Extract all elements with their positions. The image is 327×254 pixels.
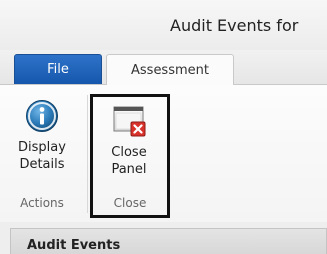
display-details-button[interactable]: Display Details — [4, 99, 80, 173]
tab-file[interactable]: File — [14, 54, 102, 84]
close-panel-button[interactable]: Close Panel — [99, 104, 159, 178]
display-details-label-line1: Display — [18, 140, 66, 155]
ribbon-group-separator — [87, 95, 88, 213]
ribbon-group-label-close: Close — [113, 196, 147, 210]
ribbon-tab-strip: File Assessment — [0, 50, 327, 85]
title-bar: Audit Events for — [0, 0, 327, 50]
info-icon — [26, 100, 58, 132]
ribbon-group-label-actions: Actions — [20, 196, 64, 210]
ribbon-panel: Display Details Actions Close Panel Clos… — [0, 84, 327, 222]
close-panel-icon — [113, 106, 146, 137]
content-area: Audit Events — [0, 222, 327, 254]
panel-title: Audit Events — [27, 238, 121, 253]
window-title: Audit Events for — [170, 16, 299, 35]
ribbon-group-close: Close Panel Close — [90, 94, 170, 218]
display-details-label-line2: Details — [19, 157, 65, 172]
close-panel-label-line1: Close — [111, 145, 147, 160]
application-window: Audit Events for File Assessment Display… — [0, 0, 327, 254]
close-panel-label-line2: Panel — [111, 162, 147, 177]
audit-events-panel-header[interactable]: Audit Events — [10, 228, 327, 254]
tab-assessment[interactable]: Assessment — [106, 54, 234, 85]
ribbon-group-actions: Display Details Actions — [0, 85, 84, 222]
